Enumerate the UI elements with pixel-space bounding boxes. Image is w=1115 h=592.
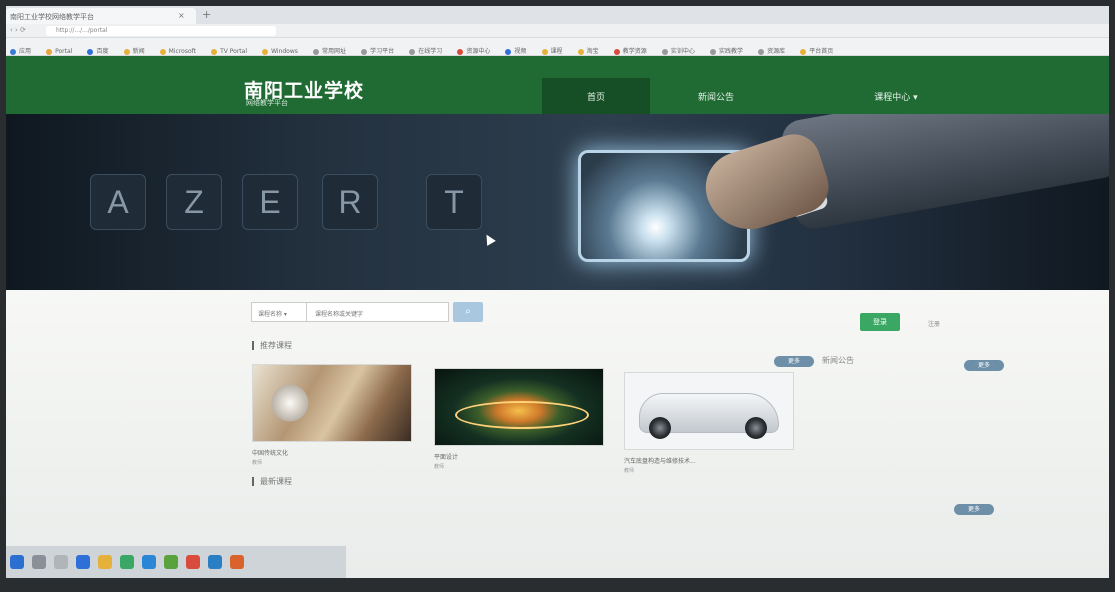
course-card[interactable]: 汽车底盘构造与维修技术... 教师	[624, 372, 794, 474]
bookmark-item[interactable]: 资源中心	[457, 46, 490, 55]
monitor-screen: 南阳工业学校网络教学平台 × + ‹ › ⟳ http://.../.../po…	[6, 6, 1109, 578]
app-icon[interactable]	[208, 555, 222, 569]
bookmark-item[interactable]: 常用网址	[312, 46, 346, 55]
bookmark-item[interactable]: TV Portal	[211, 48, 247, 55]
bookmark-icon	[10, 48, 16, 55]
bookmark-item[interactable]: 实训中心	[661, 46, 695, 55]
globe-icon	[709, 48, 716, 55]
section-latest: 最新课程	[252, 476, 292, 487]
course-card[interactable]: 中国传统文化 教师	[252, 364, 412, 466]
os-taskbar	[6, 546, 346, 578]
bookmark-item[interactable]: 平台首页	[800, 46, 833, 55]
url-field[interactable]: http://.../.../portal	[46, 26, 276, 36]
taskview-icon[interactable]	[54, 555, 68, 569]
keyboard-key: A	[90, 174, 146, 230]
folder-icon	[541, 48, 548, 55]
more-button[interactable]: 更多	[774, 356, 814, 367]
address-bar: ‹ › ⟳ http://.../.../portal	[6, 24, 1109, 38]
nav-course-center[interactable]: 课程中心 ▾	[826, 78, 966, 114]
search-scope-select[interactable]: 课程名称 ▾	[251, 302, 307, 322]
mouse-cursor-icon	[482, 232, 496, 246]
chrome-icon[interactable]	[186, 555, 200, 569]
course-thumbnail[interactable]	[434, 368, 604, 446]
folder-icon	[577, 48, 584, 55]
browser-tabbar: 南阳工业学校网络教学平台 × +	[6, 6, 1109, 24]
course-thumbnail[interactable]	[252, 364, 412, 442]
bookmark-item[interactable]: 教学资源	[613, 46, 647, 55]
bookmark-item[interactable]: 在线学习	[409, 46, 442, 55]
course-name[interactable]: 汽车底盘构造与维修技术...	[624, 456, 794, 465]
windows-start-icon[interactable]	[10, 555, 24, 569]
course-name[interactable]: 中国传统文化	[252, 448, 412, 457]
bookmark-item[interactable]: Windows	[262, 48, 298, 55]
bookmark-item[interactable]: 资源库	[758, 46, 785, 55]
folder-icon	[123, 48, 130, 55]
bookmark-item[interactable]: 课程	[541, 46, 563, 55]
bookmark-icon	[46, 48, 53, 55]
nav-home[interactable]: 首页	[542, 78, 650, 114]
bookmark-item[interactable]: 应用	[10, 46, 31, 55]
bookmark-item[interactable]: 百度	[87, 46, 108, 55]
login-button[interactable]: 登录	[860, 313, 900, 331]
bookmark-item[interactable]: 视频	[505, 46, 526, 55]
more-button[interactable]: 更多	[964, 360, 1004, 371]
bookmark-item[interactable]: 实践教学	[709, 46, 743, 55]
course-name[interactable]: 平面设计	[434, 452, 604, 461]
wheel-shape	[649, 417, 671, 439]
new-tab-icon[interactable]: +	[202, 8, 211, 21]
suit-sleeve	[778, 114, 1109, 232]
media-icon[interactable]	[164, 555, 178, 569]
globe-icon	[409, 48, 416, 55]
bookmark-item[interactable]: Portal	[46, 48, 72, 55]
folder-icon	[159, 48, 166, 55]
search-icon[interactable]	[32, 555, 46, 569]
bookmark-item[interactable]: 学习平台	[361, 46, 394, 55]
nav-arrows-icon[interactable]: ‹ › ⟳	[10, 26, 26, 34]
tab-title: 南阳工业学校网络教学平台	[10, 13, 94, 21]
site-header: 南阳工业学校 网络教学平台 首页 新闻公告 课程中心 ▾	[6, 56, 1109, 114]
bookmark-item[interactable]: Microsoft	[159, 48, 196, 55]
search-input[interactable]: 课程名称或关键字	[307, 302, 449, 322]
folder-icon[interactable]	[98, 555, 112, 569]
nav-notice[interactable]: 新闻公告	[656, 78, 776, 114]
bookmark-icon	[87, 48, 94, 55]
app-icon[interactable]	[230, 555, 244, 569]
keyboard-key: Z	[166, 174, 222, 230]
course-teacher: 教师	[252, 460, 263, 466]
section-notice: 新闻公告	[822, 356, 854, 365]
bookmark-item[interactable]: 淘宝	[577, 46, 599, 55]
more-button[interactable]: 更多	[954, 504, 994, 515]
edge-icon[interactable]	[76, 555, 90, 569]
hero-banner: A Z E R T	[6, 114, 1109, 290]
course-teacher: 教师	[434, 464, 445, 470]
bookmark-icon	[613, 48, 620, 55]
search-icon[interactable]: ⌕	[453, 302, 483, 322]
app-icon[interactable]	[142, 555, 156, 569]
globe-icon	[661, 48, 668, 55]
course-card[interactable]: 平面设计 教师	[434, 368, 604, 470]
folder-icon	[211, 48, 218, 55]
globe-icon	[361, 48, 368, 55]
folder-icon	[800, 48, 807, 55]
section-recommended: 推荐课程	[252, 340, 292, 351]
main-content: 课程名称 ▾ 课程名称或关键字 ⌕ 登录 注册 推荐课程 更多 新闻公告 更多 …	[6, 290, 1109, 578]
folder-icon	[262, 48, 269, 55]
site-subtitle: 网络教学平台	[246, 99, 288, 107]
bookmark-icon	[505, 48, 512, 55]
course-thumbnail[interactable]	[624, 372, 794, 450]
close-icon[interactable]: ×	[178, 11, 185, 20]
keyboard-key: T	[426, 174, 482, 230]
wheel-shape	[745, 417, 767, 439]
course-teacher: 教师	[624, 468, 635, 474]
globe-icon	[758, 48, 765, 55]
bookmark-icon	[457, 48, 464, 55]
bookmarks-bar: 应用 Portal 百度 新闻 Microsoft TV Portal Wind…	[6, 38, 1109, 56]
keyboard-key: R	[322, 174, 378, 230]
keyboard-key: E	[242, 174, 298, 230]
bookmark-item[interactable]: 新闻	[123, 46, 145, 55]
app-icon[interactable]	[120, 555, 134, 569]
globe-icon	[312, 48, 319, 55]
register-link[interactable]: 注册	[928, 319, 940, 328]
browser-tab[interactable]: 南阳工业学校网络教学平台 ×	[6, 8, 196, 24]
